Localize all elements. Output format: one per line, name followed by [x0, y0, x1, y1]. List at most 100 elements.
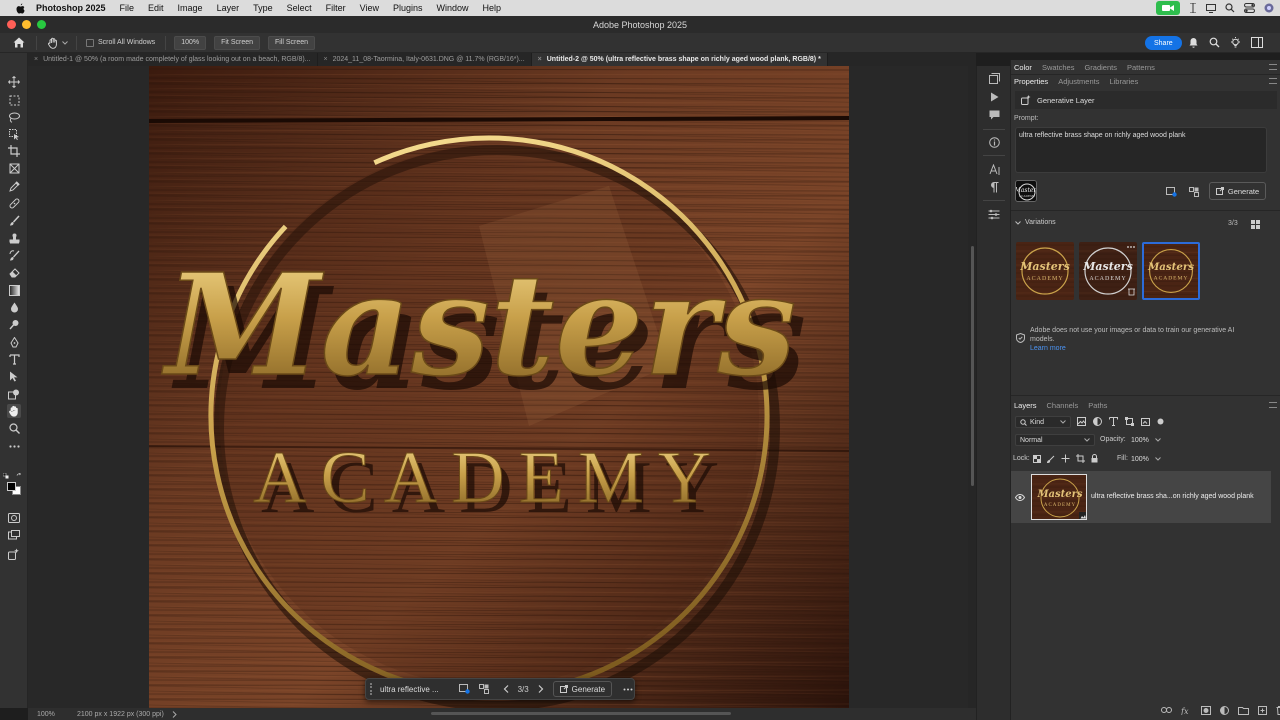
frame-tool[interactable]	[7, 161, 21, 175]
apple-icon[interactable]	[13, 3, 27, 13]
document-canvas[interactable]: Masters Masters ACADEMY ACADEMY	[149, 66, 849, 708]
close-tab-icon[interactable]: ×	[34, 56, 38, 63]
blend-mode-select[interactable]: Normal	[1015, 434, 1095, 446]
lock-image-pixels-icon[interactable]	[1047, 455, 1055, 463]
delete-layer-trash-icon[interactable]	[1276, 706, 1280, 715]
zoom-level[interactable]: 100%	[37, 711, 77, 718]
menu-app-name[interactable]: Photoshop 2025	[36, 3, 106, 13]
crop-tool[interactable]	[7, 144, 21, 158]
tab-color[interactable]: Color	[1014, 63, 1032, 72]
taskbar-drag-handle[interactable]	[370, 683, 376, 695]
character-panel-icon[interactable]	[988, 163, 1000, 175]
menu-layer[interactable]: Layer	[217, 3, 240, 13]
paragraph-panel-icon[interactable]	[988, 181, 1000, 193]
filter-shape-layers-icon[interactable]	[1125, 417, 1134, 426]
tab-untitled-1[interactable]: × Untitled-1 @ 50% (a room made completel…	[28, 53, 318, 66]
comments-icon[interactable]	[988, 109, 1000, 121]
gradient-tool[interactable]	[7, 283, 21, 297]
actions-play-icon[interactable]	[988, 91, 1000, 103]
menu-filter[interactable]: Filter	[326, 3, 346, 13]
prompt-textarea[interactable]: ultra reflective brass shape on richly a…	[1015, 127, 1267, 173]
filter-toggle-icon[interactable]	[1157, 418, 1164, 425]
filter-adjustment-layers-icon[interactable]	[1093, 417, 1102, 426]
tab-paths[interactable]: Paths	[1088, 401, 1107, 410]
variations-header[interactable]: Variations	[1015, 219, 1056, 226]
filter-type-layers-icon[interactable]	[1109, 417, 1118, 426]
reference-image-upload-icon[interactable]	[1166, 187, 1177, 197]
fill-input[interactable]: 100%	[1129, 453, 1161, 465]
zoom-tool[interactable]	[7, 421, 21, 435]
add-mask-icon[interactable]	[1201, 706, 1211, 715]
history-brush-tool[interactable]	[7, 248, 21, 262]
marquee-tool[interactable]	[7, 93, 21, 107]
discover-lightbulb-icon[interactable]	[1230, 37, 1241, 48]
content-type-icon[interactable]	[1189, 187, 1199, 197]
screen-share-icon[interactable]	[1206, 3, 1216, 13]
variation-thumbnail-3[interactable]: Masters ACADEMY	[1142, 242, 1200, 300]
hand-tool[interactable]	[7, 404, 21, 418]
lasso-tool[interactable]	[7, 110, 21, 124]
path-selection-tool[interactable]	[7, 369, 21, 383]
tab-taormina[interactable]: × 2024_11_08-Taormina, Italy-0631.DNG @ 1…	[318, 53, 532, 66]
info-panel-icon[interactable]	[988, 136, 1000, 148]
tab-untitled-2[interactable]: × Untitled-2 @ 50% (ultra reflective bras…	[531, 53, 828, 66]
screen-mode-button[interactable]	[7, 528, 21, 542]
zoom-window-button[interactable]	[37, 20, 46, 29]
fit-screen-button[interactable]: Fit Screen	[214, 35, 260, 50]
menu-window[interactable]: Window	[437, 3, 469, 13]
tab-layers[interactable]: Layers	[1014, 401, 1037, 410]
taskbar-generate-button[interactable]: Generate	[552, 681, 613, 697]
lock-all-icon[interactable]	[1091, 454, 1098, 463]
menu-plugins[interactable]: Plugins	[393, 3, 423, 13]
more-options-icon[interactable]	[622, 683, 634, 695]
more-tools[interactable]	[7, 439, 21, 453]
tab-adjustments[interactable]: Adjustments	[1058, 77, 1099, 86]
dodge-tool[interactable]	[7, 317, 21, 331]
tab-channels[interactable]: Channels	[1047, 401, 1079, 410]
notifications-bell-icon[interactable]	[1188, 37, 1199, 48]
color-swatches[interactable]	[3, 473, 25, 495]
previous-variation-icon[interactable]	[500, 683, 512, 695]
menu-file[interactable]: File	[120, 3, 135, 13]
minimize-window-button[interactable]	[22, 20, 31, 29]
next-variation-icon[interactable]	[535, 683, 547, 695]
new-group-folder-icon[interactable]	[1238, 706, 1249, 715]
properties-adjust-icon[interactable]	[988, 208, 1000, 220]
new-adjustment-layer-icon[interactable]	[1220, 706, 1229, 715]
facetime-camera-icon[interactable]	[1156, 1, 1180, 15]
move-tool[interactable]	[7, 75, 21, 89]
menu-select[interactable]: Select	[287, 3, 312, 13]
panel-menu-icon[interactable]	[1269, 402, 1277, 408]
panel-menu-icon[interactable]	[1269, 64, 1277, 70]
close-tab-icon[interactable]: ×	[538, 56, 542, 63]
scrollbar-thumb[interactable]	[971, 246, 974, 486]
content-type-icon[interactable]	[478, 683, 490, 695]
tab-properties[interactable]: Properties	[1014, 77, 1048, 86]
canvas-horizontal-scrollbar[interactable]	[431, 712, 731, 715]
layer-filter-kind-select[interactable]: Kind	[1015, 416, 1071, 428]
spot-healing-tool[interactable]	[7, 196, 21, 210]
eraser-tool[interactable]	[7, 265, 21, 279]
lock-transparent-pixels-icon[interactable]	[1033, 454, 1041, 463]
quick-mask-button[interactable]	[7, 511, 21, 525]
spotlight-search-icon[interactable]	[1225, 3, 1235, 13]
clone-stamp-tool[interactable]	[7, 231, 21, 245]
tab-swatches[interactable]: Swatches	[1042, 63, 1075, 72]
learn-more-link[interactable]: Learn more	[1030, 345, 1066, 352]
layer-row[interactable]: Masters ACADEMY ultra reflective brass sh…	[1011, 471, 1271, 523]
opacity-input[interactable]: 100%	[1129, 434, 1161, 446]
variation-thumbnail-1[interactable]: Masters ACADEMY	[1016, 242, 1074, 300]
text-cursor-icon[interactable]	[1189, 3, 1197, 13]
eyedropper-tool[interactable]	[7, 179, 21, 193]
hand-tool-preset-picker[interactable]	[47, 37, 68, 49]
share-button[interactable]: Share	[1145, 36, 1182, 50]
menu-type[interactable]: Type	[253, 3, 273, 13]
home-icon[interactable]	[12, 36, 26, 50]
canvas-area[interactable]: Masters Masters ACADEMY ACADEMY ultra re…	[28, 66, 976, 708]
reference-image-icon[interactable]	[459, 683, 471, 695]
reset-colors-icon[interactable]	[3, 473, 9, 479]
blur-tool[interactable]	[7, 300, 21, 314]
object-selection-tool[interactable]	[7, 127, 21, 141]
eye-visibility-icon[interactable]	[1015, 494, 1025, 501]
swap-colors-icon[interactable]	[16, 473, 23, 480]
